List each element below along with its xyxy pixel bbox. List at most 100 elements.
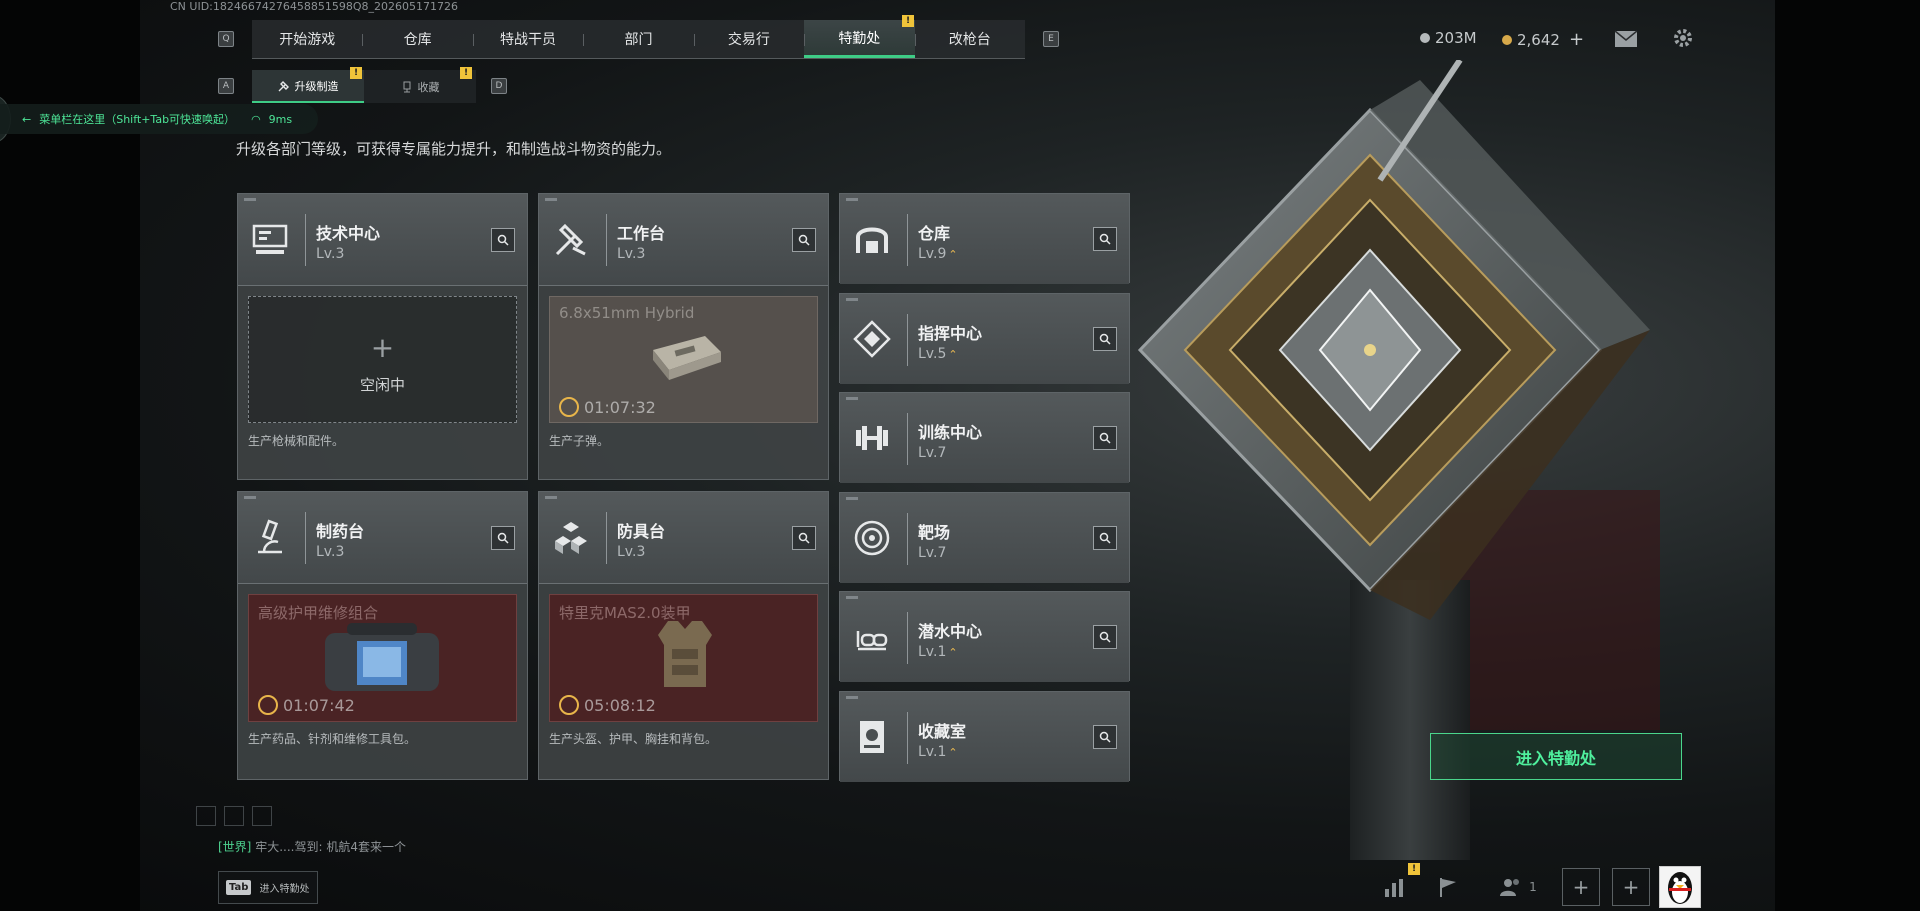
divider (606, 512, 607, 564)
inspect-button[interactable] (1093, 326, 1117, 351)
page-description: 升级各部门等级，可获得专属能力提升，和制造战斗物资的能力。 (236, 140, 672, 158)
chat-toolbar (196, 806, 272, 826)
chat-channel: [世界] (218, 840, 252, 854)
inspect-button[interactable] (792, 228, 816, 252)
facility-description: 生产药品、针剂和维修工具包。 (248, 732, 417, 746)
facility-card-pharmacy[interactable]: 制药台 Lv.3 高级护甲维修组合 01:07:42 生产药品、针剂和维修工具包… (237, 491, 528, 780)
invite-slot-1[interactable]: + (1561, 868, 1601, 906)
chat-expand-icon[interactable] (196, 806, 216, 826)
chat-resize-icon[interactable] (224, 806, 244, 826)
gold-currency: 2,642 + (1502, 29, 1584, 50)
subtab-upgrade-craft-label: 升级制造 (294, 79, 339, 93)
facility-description: 生产枪械和配件。 (248, 434, 345, 448)
menu-hint-pill[interactable]: ← 菜单栏在这里（Shift+Tab可快速唤起） ◠ 9ms (0, 104, 318, 134)
facility-card[interactable]: 潜水中心 Lv.1 ⌃ (839, 591, 1130, 683)
search-icon (1099, 632, 1111, 643)
penguin-avatar-icon (1668, 872, 1692, 904)
facility-card[interactable]: 仓库 Lv.9 ⌃ (839, 193, 1130, 284)
facility-card[interactable]: 收藏室 Lv.1 ⌃ (839, 691, 1130, 782)
facility-name: 训练中心 (918, 423, 983, 443)
flag-icon (1440, 878, 1456, 897)
tab-start-game[interactable]: 开始游戏 (252, 20, 362, 58)
facility-level: Lv.3 (617, 544, 646, 560)
target-icon (854, 520, 890, 556)
facility-name: 制药台 (316, 522, 365, 541)
divider (907, 313, 908, 366)
inspect-button[interactable] (1093, 725, 1117, 749)
facility-card-workbench[interactable]: 工作台 Lv.3 6.8x51mm Hybrid 01:07:32 生产子弹。 (538, 193, 829, 480)
tab-warehouse[interactable]: 仓库 (362, 20, 472, 58)
body-armor-icon (658, 621, 712, 687)
corner-mark (545, 198, 557, 201)
prev-tab-key[interactable]: Q (218, 31, 234, 47)
facility-card[interactable]: 靶场 Lv.7 (839, 491, 1130, 583)
wifi-icon: ◠ (251, 112, 261, 126)
facility-description: 生产子弹。 (549, 434, 610, 448)
facility-name: 收藏室 (918, 722, 967, 741)
facility-card-armor-bench[interactable]: 防具台 Lv.3 特里克MAS2.0装甲 05:08:12 生产头盔、护甲、胸挂… (538, 491, 829, 780)
player-avatar[interactable] (1659, 866, 1701, 908)
tab-departments[interactable]: 部门 (583, 20, 693, 58)
chat-line[interactable]: [世界] 牢大....驾到: 机航4套来一个 (218, 838, 406, 855)
tab-key-cap: Tab (226, 880, 252, 895)
inspect-button[interactable] (491, 526, 515, 550)
facility-card[interactable]: 指挥中心 Lv.5 ⌃ (839, 292, 1130, 384)
corner-mark (846, 696, 858, 699)
inspect-button[interactable] (491, 228, 515, 252)
facility-name: 仓库 (918, 224, 951, 243)
tab-gunsmith[interactable]: 改枪台 (914, 20, 1025, 58)
search-icon (497, 234, 509, 246)
facility-level: Lv.3 (617, 246, 646, 262)
production-slot-active[interactable]: 6.8x51mm Hybrid 01:07:32 (549, 296, 818, 423)
inspect-button[interactable] (1093, 625, 1117, 650)
left-letterbox (0, 0, 140, 911)
facility-name: 工作台 (617, 224, 666, 243)
facility-name: 潜水中心 (918, 622, 983, 642)
divider (907, 214, 908, 266)
gold-coin-icon (1502, 34, 1512, 45)
tab-operators[interactable]: 特战干员 (472, 20, 583, 58)
production-slot-active[interactable]: 高级护甲维修组合 01:07:42 (248, 594, 517, 722)
inspect-button[interactable] (1093, 426, 1117, 451)
facility-level: Lv.7 (918, 545, 946, 561)
add-gold-button[interactable]: + (1569, 29, 1584, 50)
tab-special-ops[interactable]: 特勤处 (804, 20, 915, 58)
tab-hint-button[interactable]: Tab 进入特勤处 (218, 871, 318, 904)
production-slot-active[interactable]: 特里克MAS2.0装甲 05:08:12 (549, 594, 818, 722)
divider (606, 214, 607, 266)
enter-special-ops-button[interactable]: 进入特勤处 (1430, 733, 1682, 780)
facility-level-text: Lv.1 (918, 744, 947, 760)
facility-card[interactable]: 训练中心 Lv.7 (839, 392, 1130, 484)
subtab-upgrade-craft[interactable]: 升级制造 (252, 70, 364, 103)
tab-trading[interactable]: 交易行 (693, 20, 804, 58)
inspect-button[interactable] (792, 526, 816, 550)
corner-mark (846, 397, 858, 401)
dumbbell-icon (856, 426, 888, 451)
crafting-timer: 05:08:12 (584, 696, 656, 715)
ammo-box-icon (653, 336, 721, 380)
invite-slot-2[interactable]: + (1611, 868, 1651, 906)
inspect-button[interactable] (1093, 525, 1117, 550)
prev-subtab-key[interactable]: A (218, 78, 234, 94)
inspect-button[interactable] (1093, 227, 1117, 251)
next-tab-key[interactable]: E (1043, 31, 1059, 47)
facility-level: Lv.9 ⌃ (918, 246, 958, 262)
mail-icon[interactable] (1614, 30, 1638, 48)
chat-channel-icon[interactable] (252, 806, 272, 826)
idle-label: 空闲中 (359, 376, 405, 394)
hammer-icon (278, 80, 289, 91)
facility-card-tech-center[interactable]: 技术中心 Lv.3 + 空闲中 生产枪械和配件。 (237, 193, 528, 480)
collection-icon (860, 721, 884, 753)
corner-mark (846, 496, 858, 500)
settings-gear-icon[interactable] (1671, 26, 1695, 50)
next-subtab-key[interactable]: D (491, 78, 507, 94)
ping-value: 9ms (268, 112, 293, 126)
vault-icon (856, 227, 888, 253)
friends-button[interactable]: 1 (1488, 869, 1548, 905)
subtab-collection-label: 收藏 (417, 80, 440, 94)
upgrade-available-icon: ⌃ (948, 646, 958, 660)
flag-button[interactable] (1428, 869, 1468, 905)
facility-header: 靶场 Lv.7 (840, 492, 1129, 583)
facility-header: 潜水中心 Lv.1 ⌃ (840, 592, 1129, 683)
production-slot-idle[interactable]: + 空闲中 (248, 296, 517, 423)
